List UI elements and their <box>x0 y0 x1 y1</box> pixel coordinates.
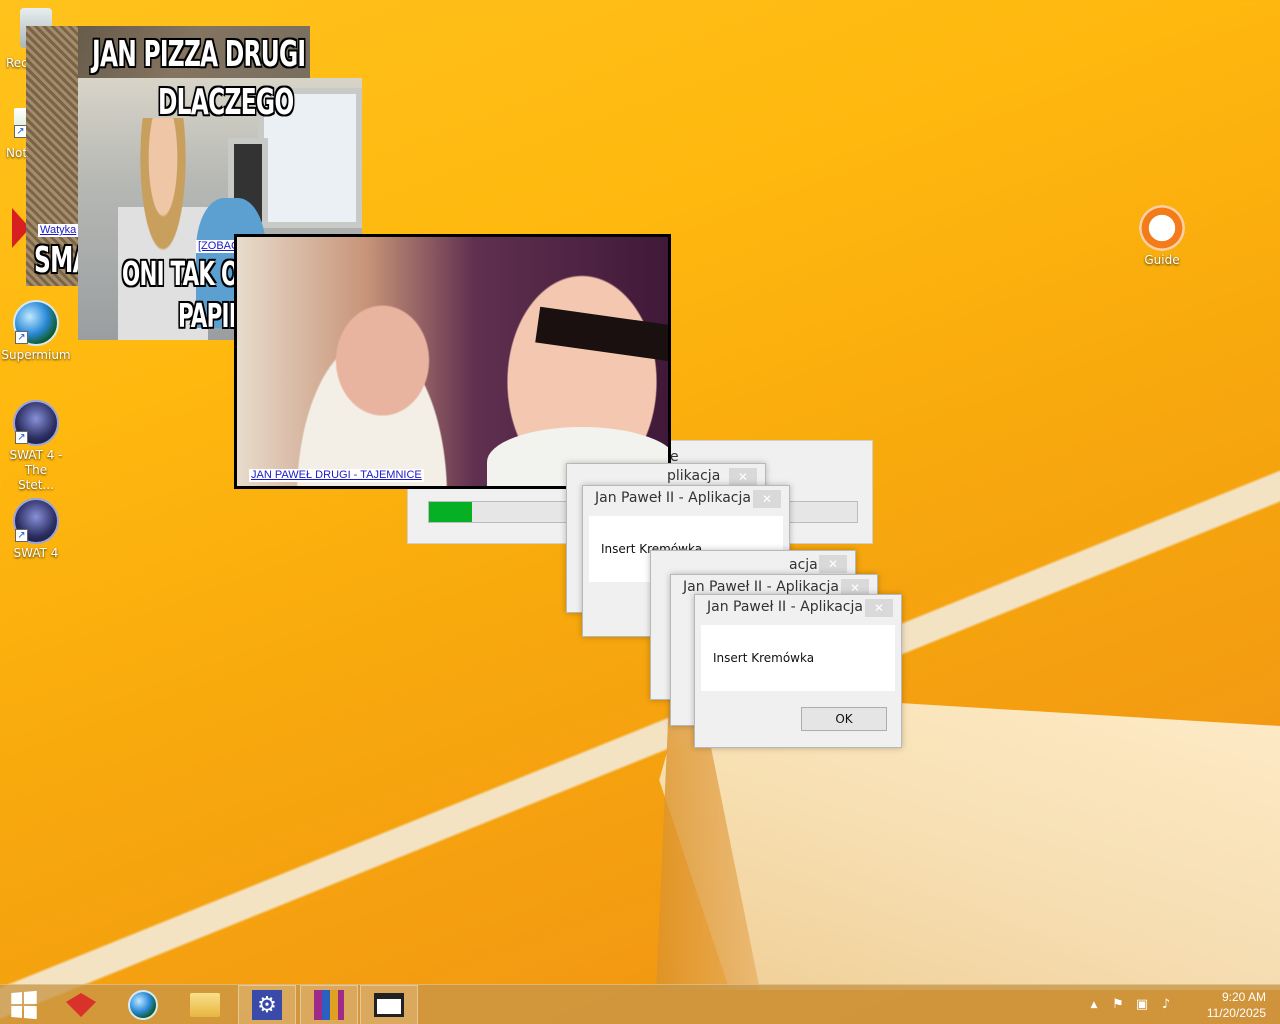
dialog-title: Jan Paweł II - Aplikacja <box>683 579 839 595</box>
dialog-body: Insert Kremówka <box>701 625 895 691</box>
file-explorer-icon <box>190 993 220 1017</box>
popup-image-jan-pawel[interactable]: JAN PAWEŁ DRUGI - TAJEMNICE <box>234 234 671 489</box>
taskbar-item-window[interactable] <box>360 985 418 1024</box>
swat4-stetchkov-icon: ↗ <box>13 400 59 446</box>
close-icon[interactable]: ✕ <box>819 555 847 573</box>
dialog-title: Jan Paweł II - Aplikacja <box>595 490 751 506</box>
windows-logo-icon <box>11 990 37 1020</box>
shortcut-arrow-icon: ↗ <box>15 431 28 444</box>
person-image <box>267 277 477 486</box>
winrar-icon <box>314 990 344 1020</box>
desktop-icon-supermium[interactable]: ↗ Supermium <box>0 300 72 362</box>
ok-button[interactable]: OK <box>801 707 887 731</box>
dialog-title: plikacja <box>667 468 721 484</box>
network-icon[interactable]: ▣ <box>1134 997 1150 1013</box>
desktop-icon-swat4[interactable]: ↗ SWAT 4 <box>0 498 72 560</box>
desktop-icon-guide[interactable]: Guide <box>1126 205 1198 267</box>
shortcut-arrow-icon: ↗ <box>15 529 28 542</box>
settings-gear-icon: ⚙ <box>252 990 282 1020</box>
popup-link-tajemnice[interactable]: JAN PAWEŁ DRUGI - TAJEMNICE <box>249 469 424 482</box>
taskbar-item-supermium[interactable] <box>114 985 172 1024</box>
desktop-icon-swat4-stetchkov[interactable]: ↗ SWAT 4 - The Stet... <box>0 400 72 493</box>
desktop-icon-label: SWAT 4 <box>13 546 59 560</box>
dialog-title: Jan Paweł II - Aplikacja <box>707 599 863 615</box>
dialog-message: Insert Kremówka <box>713 651 815 665</box>
shortcut-arrow-icon: ↗ <box>15 331 28 344</box>
message-dialog-insert-kremowka-front[interactable]: Jan Paweł II - Aplikacja ✕ Insert Kremów… <box>694 594 902 748</box>
clock-date: 11/20/2025 <box>1206 1006 1266 1020</box>
close-icon[interactable]: ✕ <box>865 599 893 617</box>
action-center-flag-icon[interactable]: ⚑ <box>1110 997 1126 1013</box>
volume-muted-icon[interactable]: ♪ <box>1158 997 1174 1013</box>
taskbar-item-winrar[interactable] <box>300 985 358 1024</box>
supermium-icon <box>128 990 158 1020</box>
supermium-icon: ↗ <box>13 300 59 346</box>
dialog-title: acja <box>789 557 818 573</box>
taskbar-item-red-box[interactable] <box>52 985 110 1024</box>
start-button[interactable] <box>0 985 46 1024</box>
guide-icon <box>1139 205 1185 251</box>
clock-time: 9:20 AM <box>1221 990 1266 1004</box>
progress-bar-fill <box>429 502 472 522</box>
taskbar-item-settings[interactable]: ⚙ <box>238 985 296 1024</box>
taskbar: ⚙ ▲ ⚑ ▣ ♪ 9:20 AM 11/20/2025 <box>0 984 1280 1024</box>
taskbar-item-file-explorer[interactable] <box>176 985 234 1024</box>
red-box-icon <box>66 993 96 1017</box>
clock[interactable]: 9:20 AM 11/20/2025 <box>1207 989 1266 1021</box>
desktop-icon-label: Guide <box>1144 253 1180 267</box>
close-icon[interactable]: ✕ <box>729 468 757 486</box>
show-hidden-icons-chevron-icon[interactable]: ▲ <box>1086 997 1102 1013</box>
meme-caption-top: DLACZEGO <box>158 82 294 123</box>
popup-link-watyka[interactable]: Watyka <box>38 224 79 237</box>
desktop-icon-label: Supermium <box>1 348 71 362</box>
desktop-icon-label: SWAT 4 - The Stet... <box>9 448 63 492</box>
system-tray: ▲ ⚑ ▣ ♪ 9:20 AM 11/20/2025 <box>1080 985 1280 1024</box>
window-icon <box>374 993 404 1017</box>
close-icon[interactable]: ✕ <box>753 490 781 508</box>
swat4-icon: ↗ <box>13 498 59 544</box>
meme-caption-top: JAN PIZZA DRUGI <box>92 34 306 75</box>
